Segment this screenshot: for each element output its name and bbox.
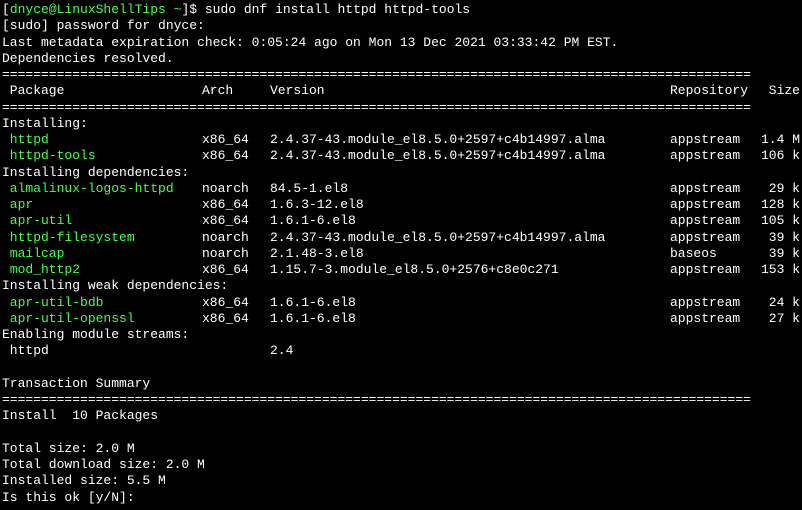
cell-version: 1.6.1-6.el8: [270, 213, 670, 229]
download-size: Total download size: 2.0 M: [2, 457, 800, 473]
divider-bot: ========================================…: [2, 392, 800, 408]
cell-arch: x86_64: [202, 213, 270, 229]
table-row: mod_http2x86_641.15.7-3.module_el8.5.0+2…: [2, 262, 800, 278]
cell-version: 2.4: [270, 343, 670, 359]
cell-arch: noarch: [202, 230, 270, 246]
cell-repo: appstream: [670, 197, 760, 213]
table-row: httpdx86_642.4.37-43.module_el8.5.0+2597…: [2, 132, 800, 148]
cell-package: httpd: [2, 132, 202, 148]
hdr-package: Package: [2, 83, 202, 99]
cell-size: 27 k: [760, 311, 800, 327]
cell-size: 128 k: [760, 197, 800, 213]
module-table: httpd 2.4: [2, 343, 800, 359]
installed-size: Installed size: 5.5 M: [2, 473, 800, 489]
table-row: mailcapnoarch2.1.48-3.el8baseos39 k: [2, 246, 800, 262]
section-weak: Installing weak dependencies:: [2, 278, 800, 294]
prompt-line: [dnyce@LinuxShellTips ~]$ sudo dnf insta…: [2, 2, 800, 18]
install-table: httpdx86_642.4.37-43.module_el8.5.0+2597…: [2, 132, 800, 165]
cell-size: 39 k: [760, 246, 800, 262]
cell-version: 2.4.37-43.module_el8.5.0+2597+c4b14997.a…: [270, 230, 670, 246]
table-row: aprx86_641.6.3-12.el8appstream128 k: [2, 197, 800, 213]
cell-arch: x86_64: [202, 132, 270, 148]
user-host: dnyce@LinuxShellTips ~: [10, 2, 182, 17]
table-row: httpd-toolsx86_642.4.37-43.module_el8.5.…: [2, 148, 800, 164]
cell-size: 24 k: [760, 295, 800, 311]
cell-arch: noarch: [202, 181, 270, 197]
cell-size: [760, 343, 800, 359]
cell-repo: appstream: [670, 213, 760, 229]
cell-repo: appstream: [670, 230, 760, 246]
total-size: Total size: 2.0 M: [2, 441, 800, 457]
confirm-prompt[interactable]: Is this ok [y/N]:: [2, 490, 800, 506]
cell-version: 2.1.48-3.el8: [270, 246, 670, 262]
table-row: almalinux-logos-httpdnoarch84.5-1.el8app…: [2, 181, 800, 197]
cell-package: apr: [2, 197, 202, 213]
cell-arch: x86_64: [202, 295, 270, 311]
cell-repo: baseos: [670, 246, 760, 262]
cell-repo: appstream: [670, 311, 760, 327]
metadata-line: Last metadata expiration check: 0:05:24 …: [2, 35, 800, 51]
cell-version: 84.5-1.el8: [270, 181, 670, 197]
section-deps: Installing dependencies:: [2, 165, 800, 181]
command-text: sudo dnf install httpd httpd-tools: [205, 2, 470, 17]
cell-repo: appstream: [670, 295, 760, 311]
section-installing: Installing:: [2, 116, 800, 132]
cell-package: apr-util: [2, 213, 202, 229]
table-row: apr-util-opensslx86_641.6.1-6.el8appstre…: [2, 311, 800, 327]
hdr-repo: Repository: [670, 83, 760, 99]
cell-package: httpd: [2, 343, 202, 359]
cell-version: 2.4.37-43.module_el8.5.0+2597+c4b14997.a…: [270, 132, 670, 148]
table-header: Package Arch Version Repository Size: [2, 83, 800, 99]
deps-table: almalinux-logos-httpdnoarch84.5-1.el8app…: [2, 181, 800, 279]
cell-size: 1.4 M: [760, 132, 800, 148]
cell-repo: appstream: [670, 148, 760, 164]
hdr-version: Version: [270, 83, 670, 99]
cell-package: httpd-tools: [2, 148, 202, 164]
cell-version: 1.6.1-6.el8: [270, 295, 670, 311]
deps-resolved: Dependencies resolved.: [2, 51, 800, 67]
table-row: httpd 2.4: [2, 343, 800, 359]
cell-arch: noarch: [202, 246, 270, 262]
sudo-prompt: [sudo] password for dnyce:: [2, 18, 800, 34]
hdr-arch: Arch: [202, 83, 270, 99]
cell-package: httpd-filesystem: [2, 230, 202, 246]
cell-size: 105 k: [760, 213, 800, 229]
cell-arch: x86_64: [202, 262, 270, 278]
cell-version: 2.4.37-43.module_el8.5.0+2597+c4b14997.a…: [270, 148, 670, 164]
cell-repo: appstream: [670, 262, 760, 278]
blank: [2, 425, 800, 441]
hdr-size: Size: [760, 83, 800, 99]
cell-repo: [670, 343, 760, 359]
blank: [2, 360, 800, 376]
cell-arch: x86_64: [202, 197, 270, 213]
cell-version: 1.15.7-3.module_el8.5.0+2576+c8e0c271: [270, 262, 670, 278]
package-table: Package Arch Version Repository Size: [2, 83, 800, 99]
install-count: Install 10 Packages: [2, 408, 800, 424]
cell-size: 153 k: [760, 262, 800, 278]
divider-mid: ========================================…: [2, 100, 800, 116]
cell-package: mailcap: [2, 246, 202, 262]
cell-arch: [202, 343, 270, 359]
divider-top: ========================================…: [2, 67, 800, 83]
cell-arch: x86_64: [202, 311, 270, 327]
cell-package: mod_http2: [2, 262, 202, 278]
cell-version: 1.6.1-6.el8: [270, 311, 670, 327]
cell-package: almalinux-logos-httpd: [2, 181, 202, 197]
transaction-summary: Transaction Summary: [2, 376, 800, 392]
table-row: apr-utilx86_641.6.1-6.el8appstream105 k: [2, 213, 800, 229]
cell-size: 106 k: [760, 148, 800, 164]
weak-table: apr-util-bdbx86_641.6.1-6.el8appstream24…: [2, 295, 800, 328]
cell-arch: x86_64: [202, 148, 270, 164]
table-row: apr-util-bdbx86_641.6.1-6.el8appstream24…: [2, 295, 800, 311]
cell-version: 1.6.3-12.el8: [270, 197, 670, 213]
table-row: httpd-filesystemnoarch2.4.37-43.module_e…: [2, 230, 800, 246]
cell-repo: appstream: [670, 181, 760, 197]
cell-size: 39 k: [760, 230, 800, 246]
cell-size: 29 k: [760, 181, 800, 197]
cell-repo: appstream: [670, 132, 760, 148]
cell-package: apr-util-bdb: [2, 295, 202, 311]
section-module: Enabling module streams:: [2, 327, 800, 343]
cell-package: apr-util-openssl: [2, 311, 202, 327]
